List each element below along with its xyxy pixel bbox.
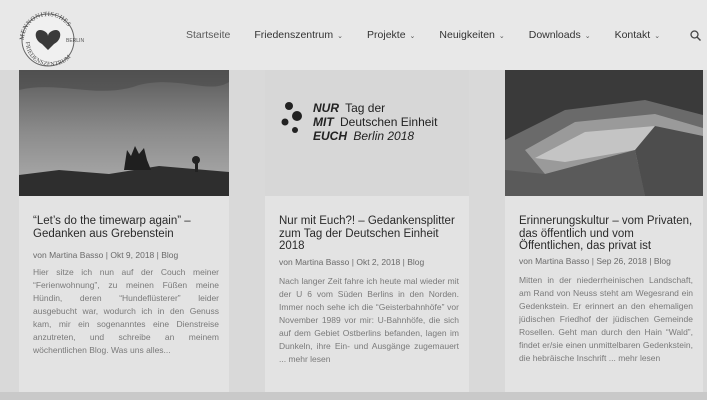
banner-line3-bold: EUCH <box>313 129 347 143</box>
post-meta: von Martina Basso | Okt 9, 2018 | Blog <box>33 250 179 260</box>
post-image-landscape[interactable] <box>19 70 229 196</box>
svg-text:EUCH Berlin 2018: EUCH Berlin 2018 <box>313 129 414 143</box>
nav-downloads[interactable]: Downloads ⌄ <box>529 29 591 41</box>
post-title[interactable]: Nur mit Euch?! – Gedankensplitter zum Ta… <box>279 215 459 253</box>
banner-line2-bold: MIT <box>313 115 335 129</box>
site-logo[interactable]: MENNONITISCHES FRIEDENSZENTRUM BERLIN <box>14 6 92 68</box>
banner-line3-rest: Berlin 2018 <box>353 129 414 143</box>
post-excerpt: Hier sitze ich nun auf der Couch meiner … <box>33 267 219 355</box>
post-card: Erinnerungskultur – vom Privaten, das öf… <box>505 70 703 400</box>
nav-projekte[interactable]: Projekte ⌄ <box>367 29 415 41</box>
nav-neuigkeiten[interactable]: Neuigkeiten ⌄ <box>439 29 504 41</box>
taskbar-strip <box>0 392 707 400</box>
svg-text:NUR Tag der: NUR Tag der <box>313 101 385 115</box>
banner-line2-rest: Deutschen Einheit <box>340 115 438 129</box>
banner-line1-bold: NUR <box>313 101 339 115</box>
chevron-down-icon: ⌄ <box>654 33 661 40</box>
post-meta: von Martina Basso | Sep 26, 2018 | Blog <box>519 256 671 266</box>
nav-friedenszentrum[interactable]: Friedenszentrum ⌄ <box>254 29 343 41</box>
site-header: MENNONITISCHES FRIEDENSZENTRUM BERLIN St… <box>0 0 707 70</box>
logo-city: BERLIN <box>66 38 84 44</box>
chevron-down-icon: ⌄ <box>498 33 505 40</box>
post-title[interactable]: “Let’s do the timewarp again” – Gedanken… <box>33 215 219 240</box>
chevron-down-icon: ⌄ <box>337 33 344 40</box>
svg-text:MIT Deutschen Einheit: MIT Deutschen Einheit <box>313 115 438 129</box>
main-nav: Startseite Friedenszentrum ⌄ Projekte ⌄ Ne… <box>186 29 684 41</box>
post-card: NUR Tag der MIT Deutschen Einheit EUCH B… <box>265 70 469 400</box>
post-card: “Let’s do the timewarp again” – Gedanken… <box>19 70 229 400</box>
post-excerpt: Mitten in der niederrheinischen Landscha… <box>519 275 693 363</box>
chevron-down-icon: ⌄ <box>584 33 591 40</box>
nav-startseite[interactable]: Startseite <box>186 29 230 41</box>
post-meta: von Martina Basso | Okt 2, 2018 | Blog <box>279 257 425 267</box>
post-excerpt: Nach langer Zeit fahre ich heute mal wie… <box>279 276 459 364</box>
chevron-down-icon: ⌄ <box>409 33 416 40</box>
banner-line1-rest: Tag der <box>345 101 385 115</box>
post-image-memorial[interactable] <box>505 70 703 196</box>
post-title[interactable]: Erinnerungskultur – vom Privaten, das öf… <box>519 215 693 253</box>
search-icon[interactable] <box>690 30 701 41</box>
post-image-banner[interactable]: NUR Tag der MIT Deutschen Einheit EUCH B… <box>265 70 469 196</box>
nav-kontakt[interactable]: Kontakt ⌄ <box>615 29 660 41</box>
